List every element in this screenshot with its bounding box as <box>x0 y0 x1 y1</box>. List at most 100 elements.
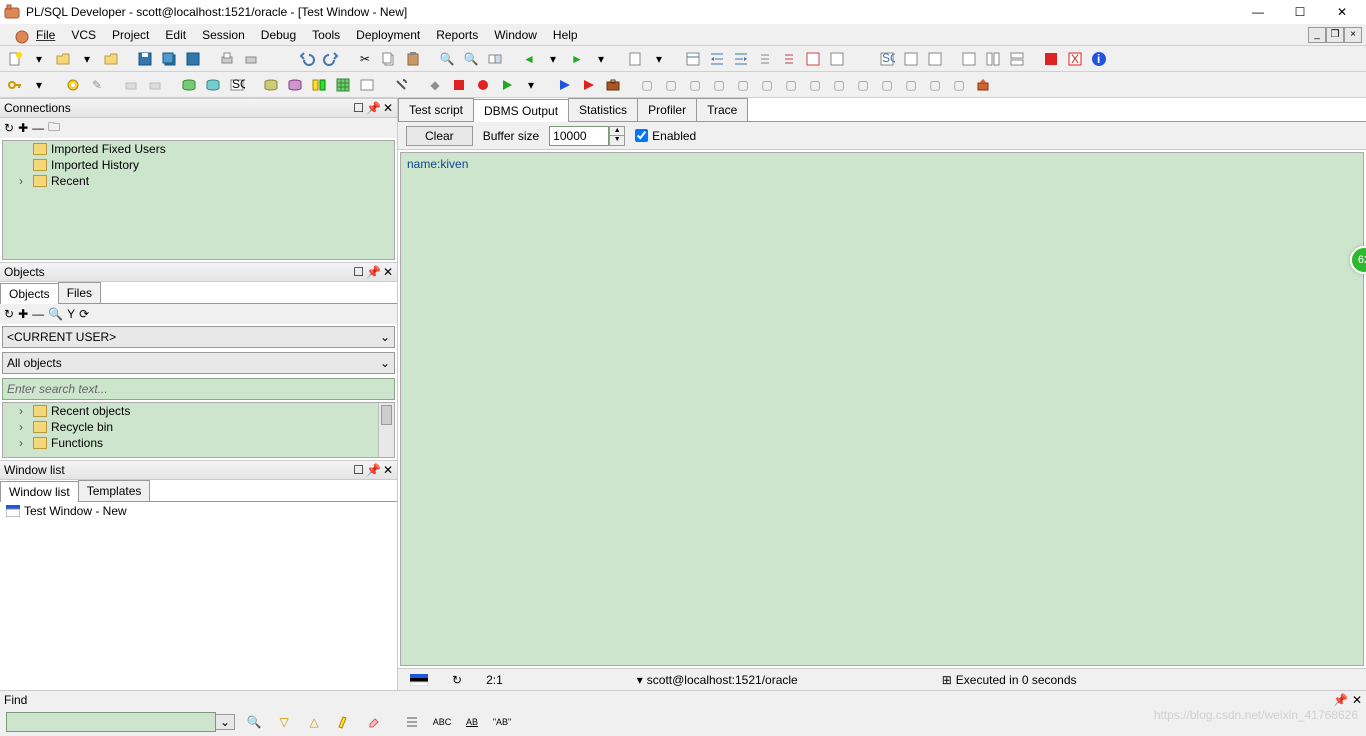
tab-profiler[interactable]: Profiler <box>637 98 697 121</box>
key-dd-icon[interactable]: ▾ <box>28 74 50 96</box>
mdi-close[interactable]: × <box>1344 27 1362 43</box>
print1-icon[interactable] <box>120 74 142 96</box>
key-icon[interactable] <box>4 74 26 96</box>
d10-icon[interactable]: ▢ <box>852 74 874 96</box>
close-button[interactable]: ✕ <box>1330 4 1354 20</box>
print2-icon[interactable] <box>144 74 166 96</box>
connections-tree[interactable]: Imported Fixed Users Imported History ›R… <box>2 140 395 260</box>
obj-refresh-icon[interactable]: ↻ <box>4 307 14 321</box>
info-icon[interactable]: i <box>1088 48 1110 70</box>
obj-filter-icon[interactable]: Y <box>67 307 75 321</box>
debug1-icon[interactable]: ◆ <box>424 74 446 96</box>
compare-icon[interactable] <box>308 74 330 96</box>
tree-row[interactable]: ›Recycle bin <box>3 419 394 435</box>
d4-icon[interactable]: ▢ <box>708 74 730 96</box>
d2-icon[interactable]: ▢ <box>660 74 682 96</box>
win3-icon[interactable] <box>1006 48 1028 70</box>
menu-tools[interactable]: Tools <box>304 26 348 44</box>
red2-icon[interactable]: X <box>1064 48 1086 70</box>
find-abc-icon[interactable]: ABC <box>431 711 453 733</box>
panel-float-icon[interactable]: ☐ <box>353 463 364 477</box>
clear-button[interactable]: Clear <box>406 126 473 146</box>
run2-icon[interactable] <box>578 74 600 96</box>
find-list-icon[interactable] <box>401 711 423 733</box>
debug-go-dd-icon[interactable]: ▾ <box>520 74 542 96</box>
tree-row[interactable]: Imported Fixed Users <box>3 141 394 157</box>
d13-icon[interactable]: ▢ <box>924 74 946 96</box>
replace-icon[interactable] <box>484 48 506 70</box>
d9-icon[interactable]: ▢ <box>828 74 850 96</box>
wrench-icon[interactable] <box>390 74 412 96</box>
d11-icon[interactable]: ▢ <box>876 74 898 96</box>
maximize-button[interactable]: ☐ <box>1288 4 1312 20</box>
findnext-icon[interactable]: 🔍 <box>460 48 482 70</box>
conn-add-icon[interactable]: ✚ <box>18 121 28 135</box>
panel-pin-icon[interactable]: 📌 <box>366 101 381 115</box>
d3-icon[interactable]: ▢ <box>684 74 706 96</box>
objects-tree[interactable]: ›Recent objects ›Recycle bin ›Functions <box>2 402 395 458</box>
sql-icon[interactable]: SQL <box>226 74 248 96</box>
panel-close-icon[interactable]: ✕ <box>383 265 393 279</box>
scope-combo[interactable]: <CURRENT USER>⌄ <box>2 326 395 348</box>
tab-windowlist[interactable]: Window list <box>0 481 79 502</box>
debug-go-icon[interactable] <box>496 74 518 96</box>
tree-row[interactable]: Imported History <box>3 157 394 173</box>
menu-reports[interactable]: Reports <box>428 26 486 44</box>
disk3-icon[interactable] <box>260 74 282 96</box>
panel-pin-icon[interactable]: 📌 <box>366 463 381 477</box>
red1-icon[interactable] <box>1040 48 1062 70</box>
newwin-icon[interactable] <box>682 48 704 70</box>
fwd-dd-icon[interactable]: ▾ <box>590 48 612 70</box>
conn-remove-icon[interactable]: — <box>32 121 44 135</box>
print-icon[interactable] <box>216 48 238 70</box>
new-dropdown-icon[interactable]: ▾ <box>28 48 50 70</box>
back-dd-icon[interactable]: ▾ <box>542 48 564 70</box>
panel-pin-icon[interactable]: 📌 <box>366 265 381 279</box>
run-icon[interactable] <box>554 74 576 96</box>
find-dropdown-icon[interactable]: ⌄ <box>216 714 235 730</box>
paste-icon[interactable] <box>402 48 424 70</box>
menu-edit[interactable]: Edit <box>157 26 194 44</box>
gear-icon[interactable] <box>62 74 84 96</box>
open-dropdown-icon[interactable]: ▾ <box>76 48 98 70</box>
fwd-icon[interactable]: ► <box>566 48 588 70</box>
win1-icon[interactable] <box>958 48 980 70</box>
briefcase-icon[interactable] <box>602 74 624 96</box>
panel-float-icon[interactable]: ☐ <box>353 101 364 115</box>
tab-objects[interactable]: Objects <box>0 283 59 304</box>
open-icon[interactable] <box>52 48 74 70</box>
disk2-icon[interactable] <box>202 74 224 96</box>
copy-icon[interactable] <box>378 48 400 70</box>
panel-float-icon[interactable]: ☐ <box>353 265 364 279</box>
open2-icon[interactable] <box>100 48 122 70</box>
sql-win-icon[interactable]: SQL <box>876 48 898 70</box>
disk1-icon[interactable] <box>178 74 200 96</box>
d1-icon[interactable]: ▢ <box>636 74 658 96</box>
objects-search[interactable]: Enter search text... <box>2 378 395 400</box>
panel-close-icon[interactable]: ✕ <box>383 463 393 477</box>
mdi-minimize[interactable]: _ <box>1308 27 1326 43</box>
find-search-icon[interactable]: 🔍 <box>243 711 265 733</box>
outdent-icon[interactable] <box>730 48 752 70</box>
indent-icon[interactable] <box>706 48 728 70</box>
d12-icon[interactable]: ▢ <box>900 74 922 96</box>
menu-vcs[interactable]: VCS <box>63 26 104 44</box>
bookmark-dd-icon[interactable]: ▾ <box>648 48 670 70</box>
menu-project[interactable]: Project <box>104 26 157 44</box>
uncomment-icon[interactable] <box>778 48 800 70</box>
cmd-win-icon[interactable] <box>900 48 922 70</box>
menu-help[interactable]: Help <box>545 26 586 44</box>
special2-icon[interactable] <box>826 48 848 70</box>
find-up-icon[interactable]: △ <box>303 711 325 733</box>
find-pin-icon[interactable]: 📌 <box>1333 693 1348 707</box>
find-close-icon[interactable]: ✕ <box>1352 693 1362 707</box>
find-icon[interactable]: 🔍 <box>436 48 458 70</box>
d5-icon[interactable]: ▢ <box>732 74 754 96</box>
conn-refresh-icon[interactable]: ↻ <box>4 121 14 135</box>
tree-row[interactable]: ›Recent objects <box>3 403 394 419</box>
find-highlight-icon[interactable] <box>333 711 355 733</box>
debug-brk-icon[interactable] <box>472 74 494 96</box>
grid-icon[interactable] <box>332 74 354 96</box>
tab-trace[interactable]: Trace <box>696 98 748 121</box>
conn-folder-icon[interactable]: 🗀 <box>48 118 60 139</box>
